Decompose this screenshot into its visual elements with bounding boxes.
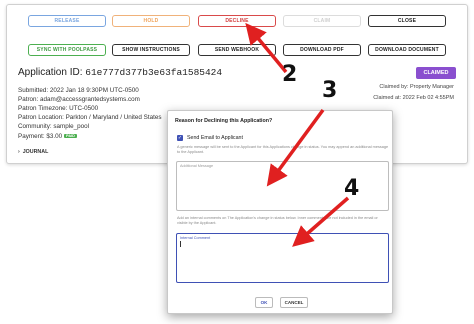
arrow-3: [266, 108, 325, 187]
annotation-number-2: 2: [282, 62, 298, 87]
arrow-2: [245, 22, 288, 74]
annotation-arrows: [245, 22, 350, 247]
arrow-4: [292, 196, 350, 247]
annotation-number-4: 4: [344, 176, 360, 201]
screenshot-stage: RELEASE HOLD DECLINE CLAIM CLOSE SYNC WI…: [0, 0, 474, 324]
annotation-number-3: 3: [322, 78, 338, 103]
